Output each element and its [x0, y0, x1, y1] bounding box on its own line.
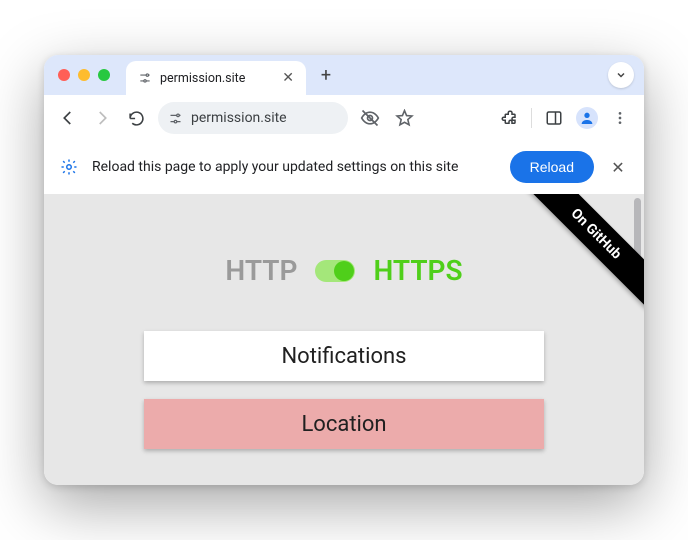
new-tab-button[interactable]: +	[312, 61, 340, 89]
page-content: On GitHub HTTP HTTPS Notifications Locat…	[44, 194, 644, 485]
bookmark-button[interactable]	[392, 106, 416, 130]
extensions-button[interactable]	[497, 106, 521, 130]
protocol-switch[interactable]	[315, 260, 355, 282]
tab-title: permission.site	[160, 71, 245, 86]
tune-icon	[168, 111, 183, 126]
omnibox-url: permission.site	[191, 110, 287, 126]
infobar-reload-button[interactable]: Reload	[510, 151, 594, 183]
menu-button[interactable]	[608, 106, 632, 130]
notifications-button[interactable]: Notifications	[144, 331, 544, 381]
reload-button[interactable]	[124, 106, 148, 130]
location-button[interactable]: Location	[144, 399, 544, 449]
toolbar: permission.site	[44, 95, 644, 141]
profile-button[interactable]	[576, 107, 598, 129]
side-panel-button[interactable]	[542, 106, 566, 130]
tabs-overflow-button[interactable]	[608, 62, 634, 88]
window-controls	[58, 69, 110, 81]
scrollbar-thumb[interactable]	[634, 198, 641, 258]
forward-button[interactable]	[90, 106, 114, 130]
minimize-window-button[interactable]	[78, 69, 90, 81]
back-button[interactable]	[56, 106, 80, 130]
gear-icon	[60, 158, 78, 176]
separator	[531, 108, 532, 128]
tune-icon	[138, 71, 152, 85]
close-tab-button[interactable]: ✕	[282, 70, 294, 86]
permission-buttons: Notifications Location	[44, 331, 644, 449]
infobar-close-button[interactable]: ✕	[608, 158, 628, 177]
protocol-toggle-row: HTTP HTTPS	[44, 254, 644, 287]
http-label[interactable]: HTTP	[225, 254, 297, 287]
eye-off-icon[interactable]	[358, 106, 382, 130]
infobar-message: Reload this page to apply your updated s…	[92, 159, 458, 175]
close-window-button[interactable]	[58, 69, 70, 81]
https-label[interactable]: HTTPS	[373, 254, 462, 287]
maximize-window-button[interactable]	[98, 69, 110, 81]
browser-window: permission.site ✕ + permission.site	[44, 55, 644, 485]
browser-tab[interactable]: permission.site ✕	[126, 61, 306, 95]
omnibox[interactable]: permission.site	[158, 102, 348, 134]
titlebar: permission.site ✕ +	[44, 55, 644, 95]
settings-infobar: Reload this page to apply your updated s…	[44, 141, 644, 194]
